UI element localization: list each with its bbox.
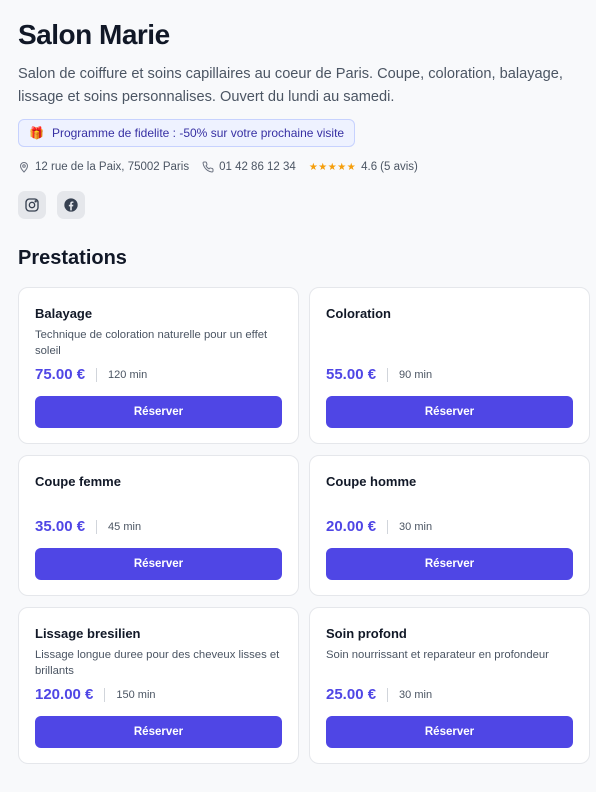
phone-icon [202, 161, 214, 173]
service-price-row: 20.00 € 30 min [326, 518, 432, 535]
reserve-button[interactable]: Réserver [326, 396, 573, 428]
service-duration: 90 min [399, 368, 433, 381]
service-description: Soin nourrissant et reparateur en profon… [326, 649, 549, 661]
reserve-button[interactable]: Réserver [35, 548, 282, 580]
divider [104, 687, 106, 702]
divider [387, 519, 389, 534]
service-price: 55.00 € [326, 366, 377, 383]
rating-value: 4.6 [361, 161, 378, 173]
instagram-link[interactable] [18, 191, 46, 219]
service-price: 20.00 € [326, 518, 377, 535]
divider [96, 367, 98, 382]
reserve-button[interactable]: Réserver [326, 716, 573, 748]
social-links [18, 191, 590, 219]
service-description: Lissage longue duree pour des cheveux li… [35, 649, 280, 677]
instagram-icon [25, 198, 39, 212]
service-name: Balayage [35, 306, 93, 321]
services-section-title: Prestations [18, 247, 127, 269]
service-duration: 30 min [399, 520, 433, 533]
service-price: 35.00 € [35, 518, 86, 535]
gift-icon: 🎁 [29, 126, 44, 140]
service-price-row: 25.00 € 30 min [326, 686, 432, 703]
service-name: Soin profond [326, 626, 407, 641]
service-duration: 30 min [399, 688, 433, 701]
facebook-icon [64, 198, 78, 212]
service-card-coloration: Coloration 55.00 € 90 min Réserver [309, 287, 590, 444]
service-duration: 45 min [108, 520, 142, 533]
service-card-balayage: Balayage Technique de coloration naturel… [18, 287, 299, 444]
service-card-coupe-homme: Coupe homme 20.00 € 30 min Réserver [309, 455, 590, 596]
address-text: 12 rue de la Paix, 75002 Paris [35, 161, 190, 173]
rating-item: ★★★★★ 4.6 (5 avis) [309, 161, 418, 173]
divider [387, 687, 389, 702]
service-price-row: 75.00 € 120 min [35, 366, 147, 383]
service-name: Coupe femme [35, 474, 121, 489]
service-card-coupe-femme: Coupe femme 35.00 € 45 min Réserver [18, 455, 299, 596]
divider [96, 519, 98, 534]
reserve-button[interactable]: Réserver [326, 548, 573, 580]
map-pin-icon [19, 162, 29, 173]
service-card-soin-profond: Soin profond Soin nourrissant et reparat… [309, 607, 590, 764]
service-price: 75.00 € [35, 366, 86, 383]
reserve-button[interactable]: Réserver [35, 716, 282, 748]
salon-page: Salon Marie Salon de coiffure et soins c… [18, 18, 590, 764]
reserve-button[interactable]: Réserver [35, 396, 282, 428]
service-duration: 120 min [108, 368, 148, 381]
phone-text: 01 42 86 12 34 [219, 161, 296, 173]
service-price-row: 35.00 € 45 min [35, 518, 141, 535]
salon-meta: 12 rue de la Paix, 75002 Paris 01 42 86 … [18, 157, 590, 177]
salon-title: Salon Marie [18, 19, 170, 50]
service-price: 120.00 € [35, 686, 94, 703]
phone-item[interactable]: 01 42 86 12 34 [202, 161, 296, 173]
loyalty-promo-badge: 🎁 Programme de fidelite : -50% sur votre… [18, 119, 356, 147]
service-name: Coupe homme [326, 474, 417, 489]
rating-count: (5 avis) [380, 161, 418, 173]
service-card-lissage-bresilien: Lissage bresilien Lissage longue duree p… [18, 607, 299, 764]
service-description: Technique de coloration naturelle pour u… [35, 329, 268, 357]
service-name: Coloration [326, 306, 391, 321]
rating-stars: ★★★★★ [308, 161, 357, 173]
salon-description: Salon de coiffure et soins capillaires a… [18, 66, 563, 105]
service-price-row: 55.00 € 90 min [326, 366, 432, 383]
divider [387, 367, 389, 382]
address-item: 12 rue de la Paix, 75002 Paris [18, 161, 189, 173]
service-price-row: 120.00 € 150 min [35, 686, 156, 703]
service-duration: 150 min [116, 688, 156, 701]
service-price: 25.00 € [326, 686, 377, 703]
promo-text: Programme de fidelite : -50% sur votre p… [51, 126, 345, 140]
facebook-link[interactable] [57, 191, 85, 219]
service-name: Lissage bresilien [35, 626, 141, 641]
